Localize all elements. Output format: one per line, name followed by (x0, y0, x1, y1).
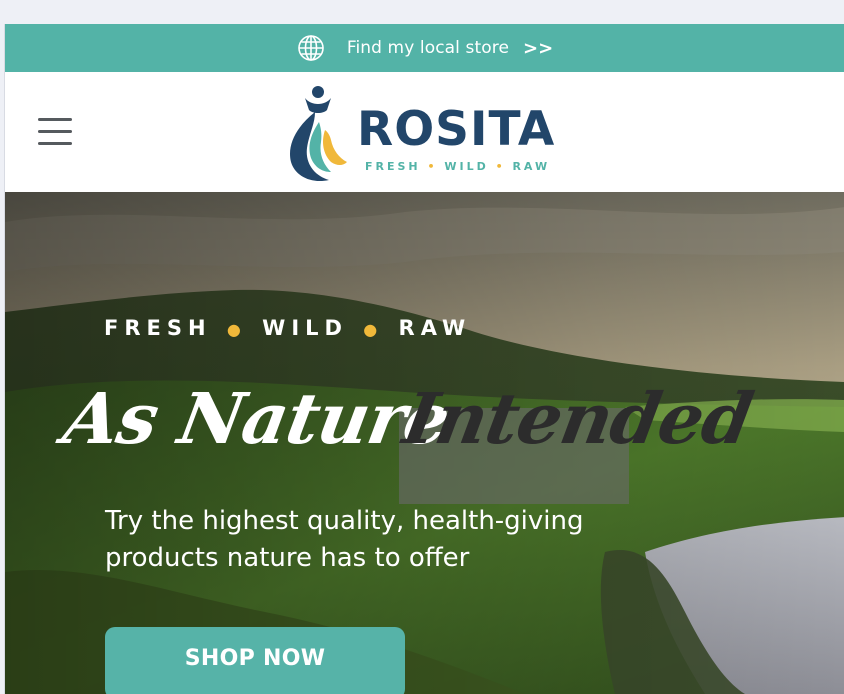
browser-top-strip (0, 0, 844, 24)
logo-tagline-word: WILD (444, 160, 489, 173)
find-store-bar[interactable]: Find my local store >> (5, 24, 844, 72)
logo-tagline-word: RAW (512, 160, 551, 173)
menu-bar (38, 142, 72, 145)
hero-kicker-dot: ● (363, 320, 384, 339)
hero-kicker-word: RAW (398, 316, 472, 340)
logo-mark-icon (290, 86, 347, 182)
hamburger-menu-button[interactable] (35, 116, 75, 148)
hero-kicker: FRESH ● WILD ● RAW (104, 316, 471, 340)
hero-subtitle: Try the highest quality, health-giving p… (105, 506, 584, 573)
menu-bar (38, 118, 72, 121)
shop-now-label: SHOP NOW (184, 646, 326, 671)
logo-brand-text: ROSITA (357, 102, 556, 157)
hero-title: As Nature Intended (58, 377, 758, 504)
hero-title-part-1: As Nature (57, 377, 456, 460)
find-store-label: Find my local store (346, 38, 509, 58)
page-frame: Find my local store >> ROSITA FRESH • WI… (4, 24, 844, 694)
hero-kicker-word: FRESH (104, 316, 212, 340)
hero-title-part-2: Intended (397, 377, 759, 460)
double-chevron-right-icon: >> (523, 37, 554, 59)
logo-tagline: FRESH • WILD • RAW (365, 161, 550, 172)
site-header: ROSITA FRESH • WILD • RAW (5, 72, 844, 192)
rosita-logo[interactable]: ROSITA FRESH • WILD • RAW (285, 84, 555, 184)
logo-tagline-dot: • (495, 160, 506, 173)
menu-bar (38, 130, 72, 133)
logo-tagline-dot: • (427, 160, 438, 173)
shop-now-button[interactable]: SHOP NOW (105, 627, 405, 694)
hero-banner: FRESH ● WILD ● RAW As Nature Intended Tr… (5, 192, 844, 694)
hero-kicker-dot: ● (226, 320, 247, 339)
globe-icon (298, 35, 324, 61)
logo-tagline-word: FRESH (365, 160, 421, 173)
hero-kicker-word: WILD (262, 316, 348, 340)
